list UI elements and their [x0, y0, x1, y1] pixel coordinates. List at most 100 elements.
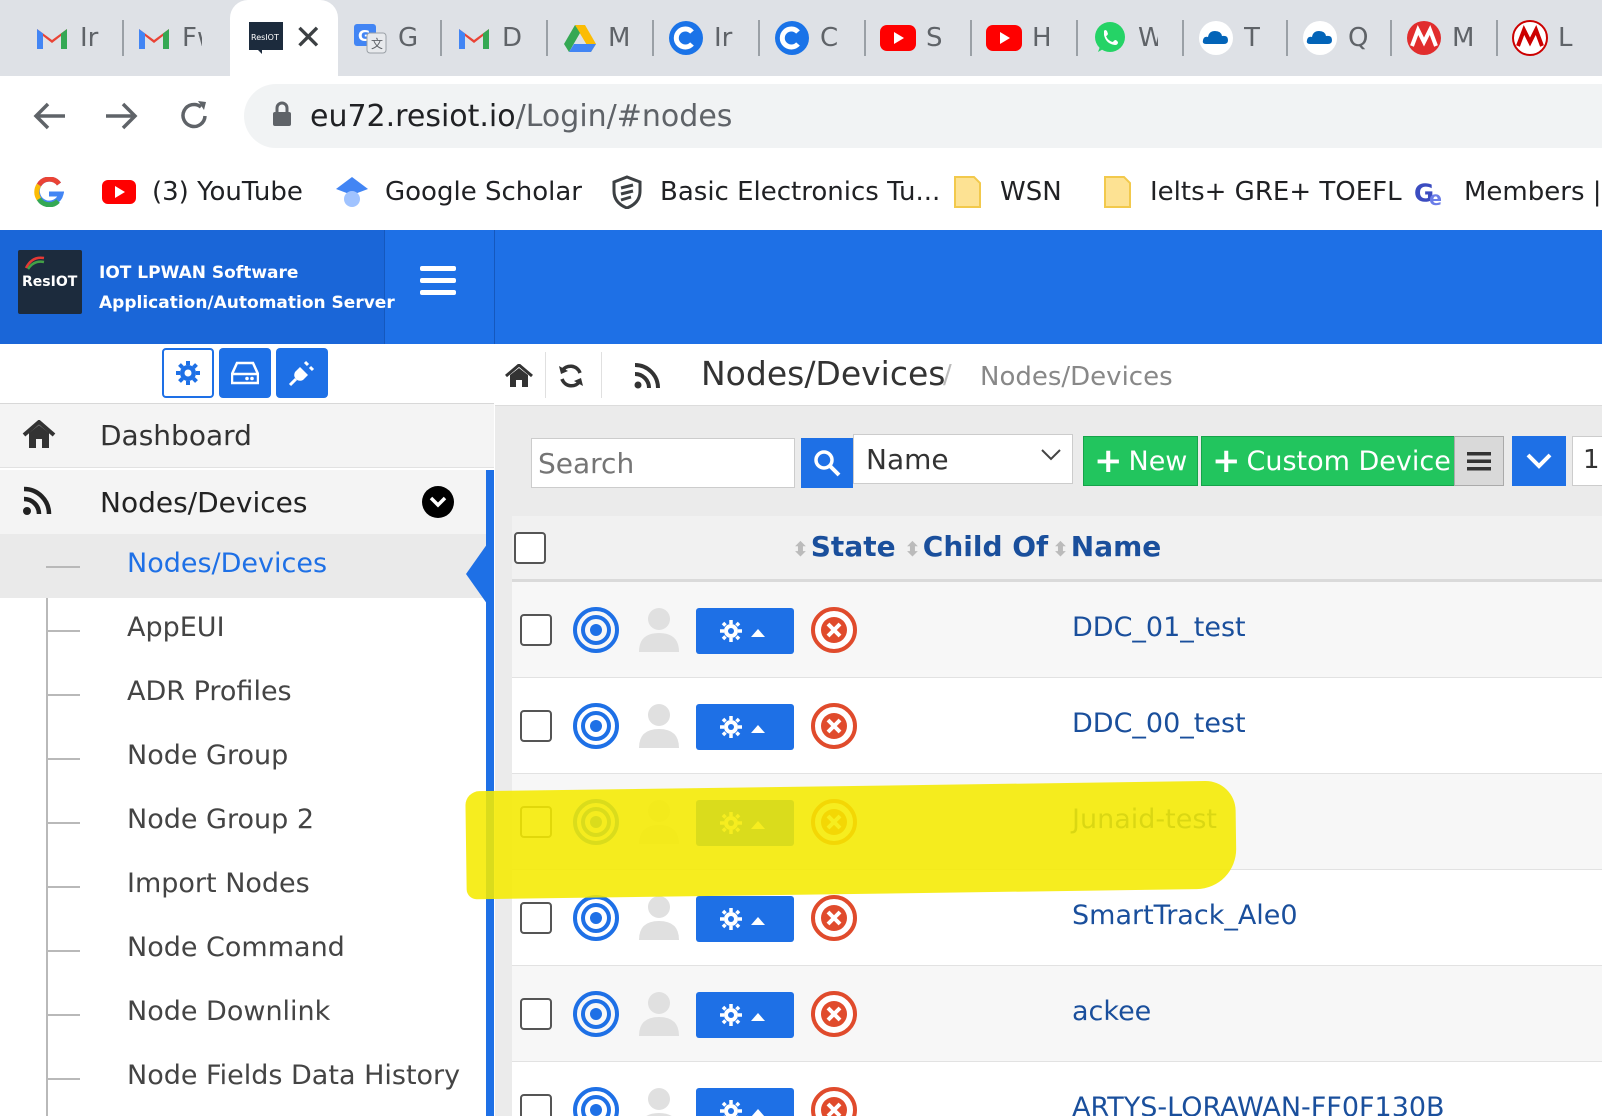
browser-tab[interactable]: H — [972, 12, 1078, 64]
column-header-name[interactable]: ⬍Name — [1052, 530, 1161, 563]
tab-title: Ir — [80, 23, 99, 53]
browser-tab[interactable]: Q — [1288, 12, 1392, 64]
browser-tab[interactable]: C — [760, 12, 866, 64]
url-path: /Login/#nodes — [515, 98, 733, 134]
storage-button[interactable] — [219, 348, 271, 398]
plugin-button[interactable] — [276, 348, 328, 398]
browser-tab[interactable]: Ir — [654, 12, 760, 64]
bookmark-ielts[interactable]: Ielts+ GRE+ TOEFL — [1100, 170, 1402, 214]
table-row[interactable]: SmartTrack_Ale0 — [512, 870, 1602, 966]
node-name-link[interactable]: DDC_00_test — [1072, 708, 1246, 739]
chevron-down-icon[interactable] — [422, 486, 454, 518]
chevron-down-icon — [1526, 453, 1552, 469]
sidebar-subitem-appeui[interactable]: AppEUI — [0, 598, 490, 662]
browser-tab-active[interactable]: ResIOT ✕ — [230, 0, 338, 76]
bookmark-google-scholar[interactable]: Google Scholar — [335, 170, 582, 214]
bookmark-members[interactable]: Ge Members | — [1414, 170, 1602, 214]
row-actions-button[interactable] — [696, 992, 794, 1038]
target-icon[interactable] — [572, 1086, 620, 1116]
user-icon — [637, 894, 681, 946]
home-button[interactable] — [501, 358, 537, 394]
node-name-link[interactable]: ARTYS-LORAWAN-FF0F130B — [1072, 1092, 1445, 1116]
sidebar-subitem-nodes-devices[interactable]: Nodes/Devices — [0, 534, 490, 598]
bookmark-google[interactable] — [32, 170, 66, 214]
sidebar-subitem-node-group-2[interactable]: Node Group 2 — [0, 790, 490, 854]
close-icon[interactable]: ✕ — [294, 18, 323, 58]
row-actions-button[interactable] — [696, 896, 794, 942]
table-row[interactable]: ARTYS-LORAWAN-FF0F130B — [512, 1062, 1602, 1116]
reload-button[interactable] — [168, 90, 220, 142]
sidebar-item-dashboard[interactable]: Dashboard — [0, 404, 494, 468]
header-divider — [494, 230, 495, 344]
back-button[interactable] — [24, 90, 76, 142]
sidebar-subitem-node-group[interactable]: Node Group — [0, 726, 490, 790]
row-checkbox[interactable] — [520, 1094, 552, 1116]
sidebar-subitem-node-downlink[interactable]: Node Downlink — [0, 982, 490, 1046]
forward-button[interactable] — [95, 90, 147, 142]
sort-icon: ⬍ — [792, 537, 809, 561]
browser-tab[interactable]: Ir — [0, 12, 124, 64]
select-all-checkbox[interactable] — [514, 532, 546, 564]
dropdown-button[interactable] — [1512, 436, 1566, 486]
row-actions-button[interactable] — [696, 608, 794, 654]
url-bar[interactable]: eu72.resiot.io/Login/#nodes — [244, 84, 1602, 148]
sidebar-subitem-node-command[interactable]: Node Command — [0, 918, 490, 982]
target-icon[interactable] — [572, 798, 620, 850]
target-icon[interactable] — [572, 894, 620, 946]
new-button[interactable]: + New — [1083, 436, 1199, 486]
search-input[interactable] — [531, 438, 795, 488]
node-name-link[interactable]: SmartTrack_Ale0 — [1072, 900, 1298, 931]
row-actions-button[interactable] — [696, 1088, 794, 1116]
custom-device-button[interactable]: + Custom Device — [1201, 436, 1462, 486]
sidebar-subitem-node-fields-data-history[interactable]: Node Fields Data History — [0, 1046, 490, 1110]
browser-tab[interactable]: M — [548, 12, 654, 64]
cloud-icon — [1198, 20, 1234, 56]
row-checkbox[interactable] — [520, 614, 552, 646]
table-row[interactable]: DDC_01_test — [512, 582, 1602, 678]
hamburger-menu-icon[interactable] — [420, 266, 458, 300]
browser-tab[interactable]: G文 G — [338, 12, 442, 64]
search-field-select[interactable]: Name — [853, 434, 1073, 484]
breadcrumb-current[interactable]: Nodes/Devices — [980, 362, 1173, 392]
sidebar-item-nodes-devices[interactable]: Nodes/Devices — [0, 470, 494, 534]
search-button[interactable] — [801, 438, 853, 488]
plug-icon — [288, 360, 315, 387]
browser-tab[interactable]: S — [866, 12, 972, 64]
row-checkbox[interactable] — [520, 902, 552, 934]
column-header-child-of[interactable]: ⬍Child Of — [904, 530, 1048, 563]
logo-area[interactable]: ResIOT IOT LPWAN Software Application/Au… — [0, 230, 395, 344]
table-row-highlighted[interactable]: Junaid-test — [512, 774, 1602, 870]
page-size-select[interactable]: 1 — [1572, 436, 1602, 486]
list-view-button[interactable] — [1454, 436, 1504, 486]
sidebar-subitem-adr-profiles[interactable]: ADR Profiles — [0, 662, 490, 726]
table-row[interactable]: ackee — [512, 966, 1602, 1062]
browser-tab[interactable]: W — [1078, 12, 1184, 64]
nodes-table: ⬍State ⬍Child Of ⬍Name DDC_01_test DDC_0… — [512, 516, 1602, 1116]
refresh-button[interactable] — [553, 358, 589, 394]
arrow-left-icon — [33, 102, 65, 130]
node-name-link[interactable]: ackee — [1072, 996, 1151, 1027]
browser-tab[interactable]: D — [442, 12, 548, 64]
row-checkbox[interactable] — [520, 806, 552, 838]
target-icon[interactable] — [572, 702, 620, 754]
node-name-link[interactable]: Junaid-test — [1072, 804, 1217, 835]
bookmark-youtube[interactable]: (3) YouTube — [102, 170, 303, 214]
bookmark-basic-electronics[interactable]: Basic Electronics Tu... — [610, 170, 940, 214]
row-checkbox[interactable] — [520, 710, 552, 742]
settings-button[interactable] — [162, 348, 214, 398]
bookmark-wsn[interactable]: WSN — [950, 170, 1062, 214]
target-icon[interactable] — [572, 606, 620, 658]
table-row[interactable]: DDC_00_test — [512, 678, 1602, 774]
column-header-state[interactable]: ⬍State — [792, 530, 896, 563]
target-icon[interactable] — [572, 990, 620, 1042]
row-checkbox[interactable] — [520, 998, 552, 1030]
browser-tab[interactable]: M — [1392, 12, 1498, 64]
browser-tab[interactable]: L — [1498, 12, 1602, 64]
state-offline-icon — [810, 894, 858, 946]
sidebar-subitem-import-nodes[interactable]: Import Nodes — [0, 854, 490, 918]
browser-tab[interactable]: T — [1184, 12, 1288, 64]
node-name-link[interactable]: DDC_01_test — [1072, 612, 1246, 643]
row-actions-button[interactable] — [696, 704, 794, 750]
row-actions-button[interactable] — [696, 800, 794, 846]
browser-tab[interactable]: Fw — [124, 12, 228, 64]
